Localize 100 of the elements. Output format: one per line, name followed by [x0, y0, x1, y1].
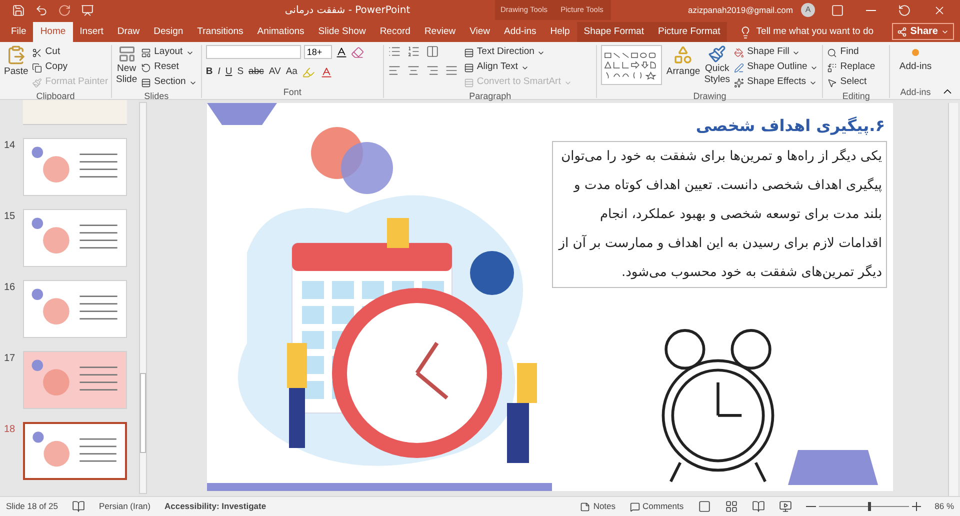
- slide-thumbnail[interactable]: [23, 422, 127, 480]
- zoom-in-icon[interactable]: [912, 502, 921, 511]
- editing-button[interactable]: Find: [827, 45, 885, 60]
- scrollbar[interactable]: [139, 102, 147, 494]
- slide-number: 14: [4, 139, 16, 153]
- font-color-icon: [320, 66, 334, 79]
- ribbon-tab[interactable]: File: [4, 22, 34, 42]
- format-button[interactable]: S: [237, 65, 244, 80]
- format-button[interactable]: AV: [268, 65, 281, 80]
- save-icon: [12, 4, 25, 16]
- format-button[interactable]: B: [206, 65, 213, 80]
- align-left-icon: [388, 64, 401, 77]
- language-label[interactable]: Persian (Iran): [98, 500, 150, 513]
- text-layout-icon: [464, 62, 474, 72]
- editing-button[interactable]: Replace: [827, 60, 885, 75]
- shape-style-button[interactable]: Shape Outline: [734, 60, 818, 75]
- ribbon-tab[interactable]: View: [462, 22, 498, 42]
- undo-icon: [35, 4, 48, 16]
- copy-icon: [32, 62, 42, 72]
- font-name-field[interactable]: [206, 45, 301, 59]
- shape-style-button[interactable]: Shape Fill: [734, 45, 818, 60]
- add-ins-button[interactable]: Add-ins: [899, 49, 932, 74]
- slide-show-icon: [778, 500, 792, 513]
- text-layout-icon: [464, 48, 474, 58]
- presentation-icon: [81, 4, 94, 16]
- format-button[interactable]: I: [218, 65, 220, 80]
- window-title: شفقت درمانی - PowerPoint: [284, 4, 412, 18]
- scrollbar[interactable]: [948, 103, 958, 496]
- slide-number: 15: [4, 210, 16, 224]
- clipboard-button[interactable]: Copy: [32, 60, 108, 75]
- align-right-icon: [426, 64, 439, 77]
- notes-button[interactable]: Notes: [580, 500, 616, 513]
- ribbon-tab[interactable]: Help: [543, 22, 577, 42]
- slide-layout-icon: [118, 45, 136, 63]
- ribbon-tab[interactable]: Review: [417, 22, 463, 42]
- ribbon-tab[interactable]: Insert: [72, 22, 110, 42]
- ribbon-tab[interactable]: Draw: [110, 22, 147, 42]
- zoom-slider-thumb[interactable]: [868, 502, 872, 511]
- share-icon: [897, 26, 908, 36]
- group-label: Font: [282, 86, 302, 98]
- slide-title: ۶.پیگیری اهداف شخصی: [694, 115, 886, 137]
- ribbon-tab[interactable]: Home: [33, 22, 73, 42]
- pointer-icon: [827, 78, 838, 88]
- ribbon-tab[interactable]: Design: [146, 22, 190, 42]
- new-slide-button[interactable]: New Slide: [116, 45, 138, 90]
- shape-style-button[interactable]: Shape Effects: [734, 75, 818, 90]
- highlighter-icon: [302, 66, 316, 79]
- normal-view-icon: [698, 500, 711, 513]
- notes-icon: [580, 502, 590, 512]
- clipboard-icon: [6, 45, 26, 65]
- avatar[interactable]: A: [801, 3, 815, 17]
- ribbon-tab[interactable]: Shape Format: [576, 22, 651, 42]
- clipboard-button[interactable]: Cut: [32, 45, 108, 60]
- slide-sorter-icon: [724, 500, 738, 513]
- account-email: azizpanah2019@gmail.com: [688, 4, 793, 16]
- ribbon-tab[interactable]: Transitions: [190, 22, 250, 42]
- editing-button[interactable]: Select: [827, 75, 885, 90]
- group-label: Slides: [143, 90, 170, 102]
- tell-me-field[interactable]: Tell me what you want to do: [756, 24, 874, 40]
- numbering-icon: [406, 45, 420, 58]
- slide-body-text: یکی دیگر از راه‌ها و تمرین‌ها برای شفقت به خود را می‌توان پیگیری اهداف شخصی دانست. تعیین اهداف کوتاه مدت و بلند مدت برای توسعه شخصی و بهبود عملکرد، انجام اقدامات لازم برای رسیدن به این اهداف و ممارست بر آن از دیگر تمرین‌های شفقت به خود محسوب می‌شود.: [552, 141, 887, 288]
- ribbon-tab[interactable]: Animations: [250, 22, 312, 42]
- format-button[interactable]: Aa: [286, 65, 298, 80]
- shapes-icon: [673, 45, 694, 65]
- shapes-gallery[interactable]: [601, 45, 662, 85]
- sparkles-icon: [734, 78, 744, 88]
- paste-button[interactable]: Paste: [4, 45, 28, 90]
- slide-number: 18: [4, 423, 16, 437]
- paragraph-button[interactable]: Align Text: [464, 60, 572, 75]
- clear-formatting-icon: [350, 46, 364, 58]
- ribbon-tab[interactable]: Picture Format: [650, 22, 728, 42]
- group-label: Add-ins: [900, 86, 931, 98]
- ribbon-tab[interactable]: Slide Show: [311, 22, 373, 42]
- paintbrush-icon: [32, 78, 42, 88]
- share-button[interactable]: Share: [892, 23, 954, 40]
- format-button[interactable]: U: [225, 65, 232, 80]
- zoom-percentage[interactable]: 86 %: [934, 500, 954, 513]
- group-label: Editing: [841, 90, 871, 102]
- columns-icon: [426, 45, 439, 58]
- group-label: Clipboard: [35, 90, 76, 102]
- arrange-button[interactable]: Arrange: [666, 45, 700, 80]
- pen-icon: [734, 62, 744, 72]
- justify-icon: [444, 64, 458, 77]
- slides-button[interactable]: Reset: [141, 60, 197, 75]
- layout-icon: [141, 48, 152, 58]
- group-label: Paragraph: [468, 90, 512, 102]
- ribbon-tab[interactable]: Record: [372, 22, 418, 42]
- quick-styles-button[interactable]: Quick Styles: [704, 45, 730, 85]
- paragraph-button[interactable]: Text Direction: [464, 45, 572, 60]
- slides-button[interactable]: Layout: [141, 45, 197, 60]
- font-size-field[interactable]: 18+: [304, 45, 332, 59]
- accessibility-status[interactable]: Accessibility: Investigate: [164, 500, 266, 513]
- text-layout-icon: [464, 78, 474, 88]
- ribbon-tab[interactable]: Add-ins: [497, 22, 544, 42]
- slide-number: 16: [4, 281, 16, 295]
- comments-button[interactable]: Comments: [630, 500, 684, 513]
- slides-button[interactable]: Section: [141, 75, 197, 90]
- add-ins-icon: [912, 49, 919, 56]
- reading-view-icon: [752, 500, 765, 513]
- format-button[interactable]: abc: [248, 65, 264, 80]
